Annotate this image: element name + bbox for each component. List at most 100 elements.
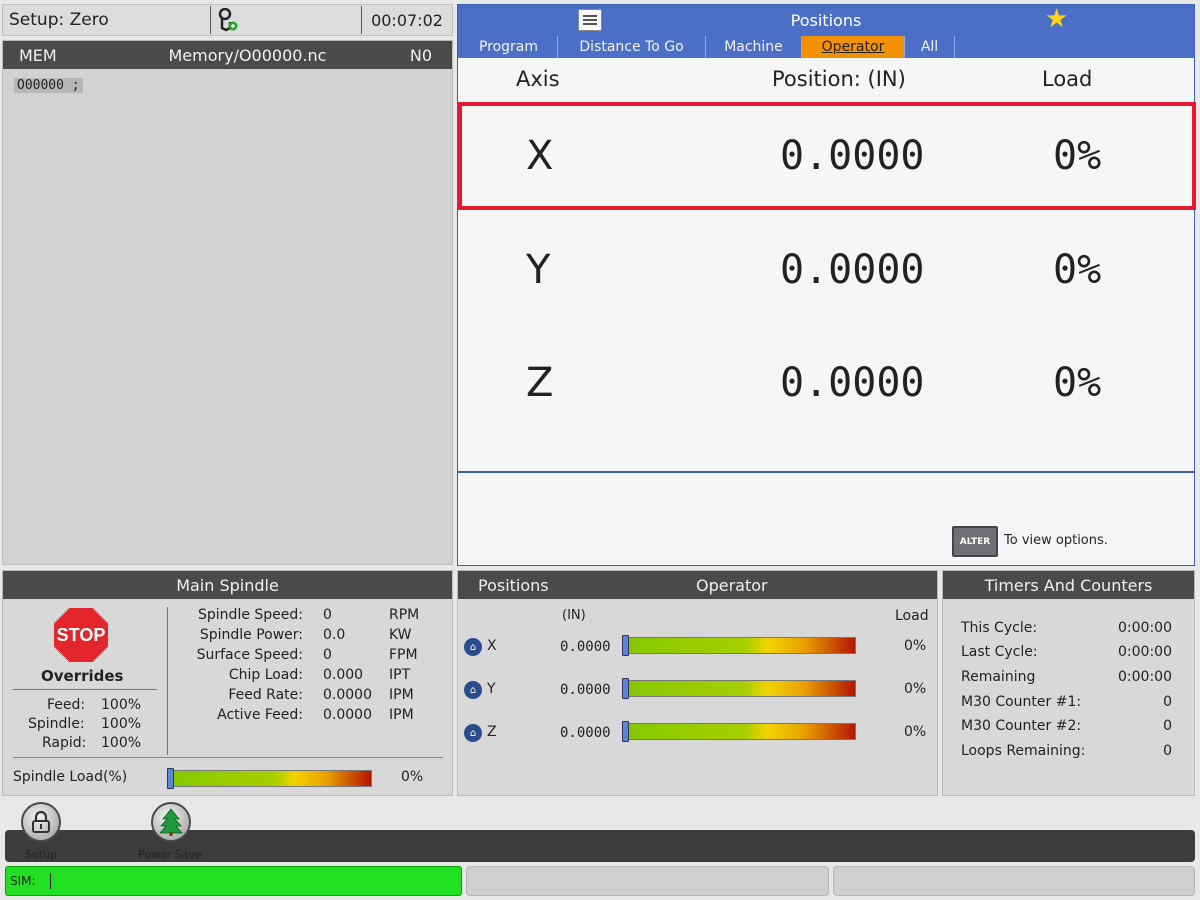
stop-label: STOP xyxy=(57,625,106,645)
summary-axis-load: 0% xyxy=(904,724,927,740)
home-icon[interactable]: ⌂ xyxy=(464,638,482,656)
tab-machine[interactable]: Machine xyxy=(706,36,802,58)
axis-load: 0% xyxy=(1053,360,1102,406)
chip-load-label: Chip Load: xyxy=(228,667,303,683)
power-save-label: Power Save xyxy=(138,848,202,861)
axis-label: Z xyxy=(526,360,554,406)
spindle-load-indicator xyxy=(167,768,174,789)
tree-icon[interactable] xyxy=(151,802,191,842)
overrides-divider xyxy=(13,689,157,690)
timer-label: Last Cycle: xyxy=(961,644,1038,660)
position-row-x[interactable]: X 0.0000 0% xyxy=(458,102,1196,210)
feed-rate-value: 0.0000 xyxy=(323,687,372,703)
spindle-load-bar xyxy=(167,768,372,789)
spindle-title: Main Spindle xyxy=(3,571,452,599)
active-feed-label: Active Feed: xyxy=(217,707,303,723)
alter-hint: To view options. xyxy=(1004,533,1108,548)
positions-summary-load-header: Load xyxy=(895,608,929,624)
counter-label: Loops Remaining: xyxy=(961,743,1086,759)
axis-z-load-bar xyxy=(622,721,856,742)
spindle-speed-value: 0 xyxy=(323,607,332,623)
positions-tabs: Program Distance To Go Machine Operator … xyxy=(458,36,1194,58)
summary-axis-load: 0% xyxy=(904,681,927,697)
override-feed-label: Feed: xyxy=(47,697,86,713)
positions-summary-header: Positions Operator xyxy=(458,571,937,599)
axis-position: 0.0000 xyxy=(780,360,925,406)
spindle-speed-label: Spindle Speed: xyxy=(198,607,303,623)
clock: 00:07:02 xyxy=(371,10,443,30)
tab-distance-to-go[interactable]: Distance To Go xyxy=(558,36,706,58)
program-line: N0 xyxy=(409,45,432,65)
summary-axis-label: X xyxy=(487,638,497,654)
counter-value: 0 xyxy=(1163,694,1172,710)
timer-value: 0:00:00 xyxy=(1118,644,1172,660)
spindle-load-divider xyxy=(13,757,443,758)
summary-axis-load: 0% xyxy=(904,638,927,654)
surface-speed-unit: FPM xyxy=(389,647,418,663)
surface-speed-label: Surface Speed: xyxy=(196,647,303,663)
override-rapid-value: 100% xyxy=(101,735,142,751)
alter-button[interactable]: ALTER xyxy=(952,526,998,557)
program-pane[interactable]: MEM Memory/O00000.nc N0 O00000 ; xyxy=(2,40,453,565)
lock-icon[interactable] xyxy=(21,802,61,842)
tab-all[interactable]: All xyxy=(905,36,955,58)
axis-position: 0.0000 xyxy=(780,133,925,179)
positions-title-bar: Positions ★ xyxy=(458,5,1194,36)
spindle-power-unit: KW xyxy=(389,627,412,643)
override-spindle-value: 100% xyxy=(101,716,142,732)
tab-program[interactable]: Program xyxy=(460,36,558,58)
positions-column-headers: Axis Position: (IN) Load xyxy=(458,67,1194,97)
positions-summary-title: Positions xyxy=(478,575,549,595)
favorite-star-icon[interactable]: ★ xyxy=(1045,6,1068,32)
summary-axis-position: 0.0000 xyxy=(560,639,611,655)
positions-panel: Positions ★ Program Distance To Go Machi… xyxy=(457,4,1196,566)
spindle-power-label: Spindle Power: xyxy=(199,627,303,643)
spindle-load-label: Spindle Load(%) xyxy=(13,769,128,785)
axis-position: 0.0000 xyxy=(780,247,925,293)
axis-label: Y xyxy=(526,247,551,293)
summary-axis-position: 0.0000 xyxy=(560,725,611,741)
sim-status-bar: SIM: xyxy=(5,866,462,896)
positions-summary-unit: (IN) xyxy=(562,608,586,623)
axis-x-load-bar xyxy=(622,635,856,656)
override-rapid-label: Rapid: xyxy=(42,735,87,751)
axis-z-load-indicator xyxy=(622,721,629,742)
position-row-z[interactable]: Z 0.0000 0% xyxy=(458,330,1194,436)
axis-label: X xyxy=(526,133,554,179)
summary-axis-label: Y xyxy=(487,681,496,697)
status-bar: Setup: Zero 00:07:02 xyxy=(2,4,453,36)
sim-label: SIM: xyxy=(10,874,36,888)
program-file: Memory/O00000.nc xyxy=(168,45,327,65)
column-position: Position: (IN) xyxy=(772,67,906,91)
sim-cursor xyxy=(49,873,51,889)
timers-counters-panel: Timers And Counters This Cycle: 0:00:00 … xyxy=(942,570,1195,796)
counter-value: 0 xyxy=(1163,718,1172,734)
jog-handle-icon[interactable] xyxy=(211,8,361,32)
position-row-y[interactable]: Y 0.0000 0% xyxy=(458,217,1194,323)
menu-icon[interactable] xyxy=(578,9,602,31)
stop-sign-icon[interactable]: STOP xyxy=(52,606,110,664)
counter-label: M30 Counter #2: xyxy=(961,718,1082,734)
counter-label: M30 Counter #1: xyxy=(961,694,1082,710)
summary-axis-position: 0.0000 xyxy=(560,682,611,698)
column-load: Load xyxy=(1042,67,1093,91)
axis-load: 0% xyxy=(1053,247,1102,293)
timer-value: 0:00:00 xyxy=(1118,669,1172,685)
spindle-power-value: 0.0 xyxy=(323,627,346,643)
program-source: MEM xyxy=(19,45,57,65)
home-icon[interactable]: ⌂ xyxy=(464,681,482,699)
program-code-line[interactable]: O00000 ; xyxy=(14,78,83,93)
tab-operator[interactable]: Operator xyxy=(802,36,905,58)
positions-summary-mode: Operator xyxy=(696,575,768,595)
status-box-2 xyxy=(466,866,829,896)
home-icon[interactable]: ⌂ xyxy=(464,724,482,742)
column-axis: Axis xyxy=(516,67,560,91)
summary-axis-label: Z xyxy=(487,724,497,740)
override-feed-value: 100% xyxy=(101,697,142,713)
positions-divider xyxy=(458,471,1194,473)
spindle-load-value: 0% xyxy=(401,769,424,785)
timers-title: Timers And Counters xyxy=(943,571,1194,599)
timer-label: This Cycle: xyxy=(961,620,1038,636)
surface-speed-value: 0 xyxy=(323,647,332,663)
chip-load-unit: IPT xyxy=(389,667,411,683)
